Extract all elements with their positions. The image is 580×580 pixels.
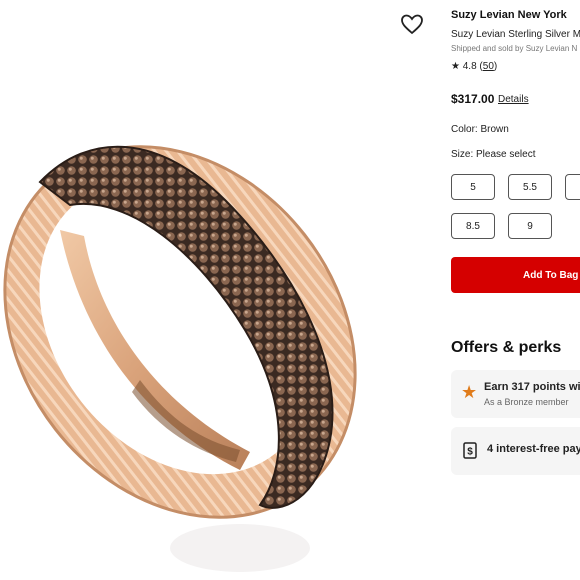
heart-outline-icon[interactable] (400, 13, 424, 35)
points-text: Earn 317 points wit (484, 381, 580, 393)
star-icon: ★ (451, 61, 460, 72)
product-image[interactable] (0, 0, 436, 580)
price: $317.00 (451, 92, 495, 106)
rating[interactable]: ★ 4.8 (50) (451, 61, 497, 72)
brand-name[interactable]: Suzy Levian New York (451, 9, 567, 21)
star-icon: ★ (461, 382, 478, 402)
size-label: Size: Please select (451, 149, 536, 160)
dollar-sign-icon: $ (463, 442, 477, 459)
add-to-bag-button[interactable]: Add To Bag (451, 257, 580, 293)
installment-perk-card[interactable]: $ 4 interest-free pay (451, 427, 580, 475)
size-option-5[interactable]: 5 (451, 174, 495, 200)
size-option-5-5[interactable]: 5.5 (508, 174, 552, 200)
points-perk-card[interactable]: ★ Earn 317 points wit As a Bronze member (451, 370, 580, 418)
installment-text: 4 interest-free pay (487, 443, 580, 455)
size-option-9[interactable]: 9 (508, 213, 552, 239)
offers-heading: Offers & perks (451, 339, 562, 356)
rating-value: 4.8 (462, 61, 477, 72)
shipped-by-text: Shipped and sold by Suzy Levian N (451, 44, 578, 53)
product-title: Suzy Levian Sterling Silver Mi (451, 29, 580, 40)
color-label: Color: Brown (451, 124, 509, 135)
rating-count-link[interactable]: 50 (483, 61, 494, 72)
size-option-6[interactable] (565, 174, 580, 200)
svg-text:$: $ (467, 447, 473, 458)
product-info-panel: Suzy Levian New York Suzy Levian Sterlin… (451, 0, 580, 580)
size-option-8-5[interactable]: 8.5 (451, 213, 495, 239)
ring-illustration (3, 145, 357, 572)
details-link[interactable]: Details (498, 94, 529, 105)
member-text: As a Bronze member (484, 397, 569, 407)
